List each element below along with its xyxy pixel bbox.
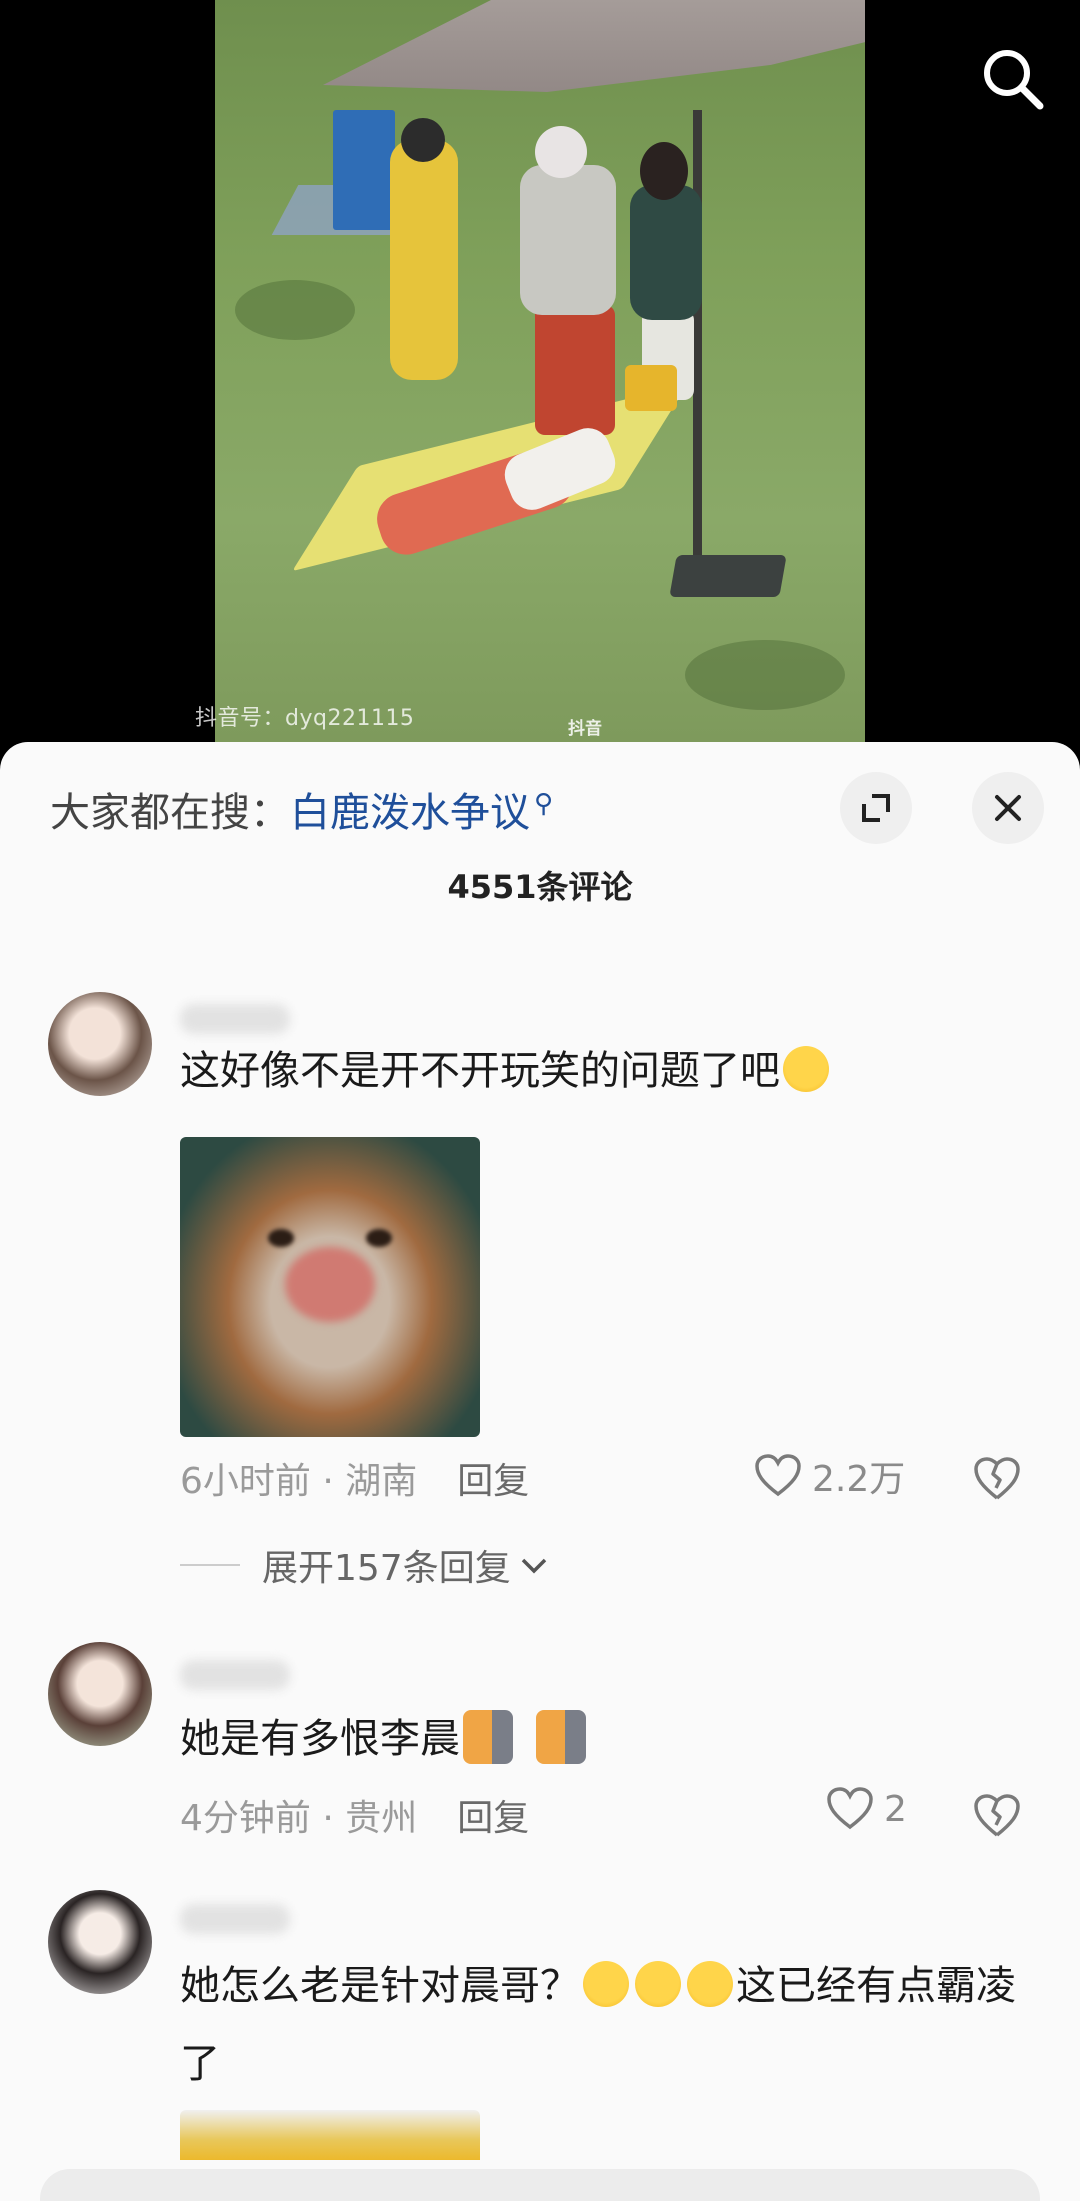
comment-meta: 6小时前 · 湖南 回复 bbox=[180, 1461, 530, 1502]
douyin-logo: 抖音 bbox=[568, 719, 602, 739]
video-frame[interactable] bbox=[215, 0, 865, 742]
close-button[interactable] bbox=[972, 772, 1044, 844]
monkey-sticker-image[interactable] bbox=[180, 1137, 480, 1437]
reply-button[interactable]: 回复 bbox=[457, 1798, 529, 1839]
trending-label: 大家都在搜： bbox=[50, 790, 290, 836]
heart-icon bbox=[755, 1454, 801, 1497]
comment-location: 贵州 bbox=[345, 1798, 418, 1839]
crying-emoji-icon bbox=[783, 1046, 829, 1092]
broken-heart-icon[interactable] bbox=[972, 1791, 1022, 1841]
heart-icon bbox=[827, 1787, 873, 1830]
comment-text: 她是有多恨李晨 bbox=[180, 1700, 1020, 1778]
comment-time: 4分钟前 bbox=[180, 1798, 311, 1839]
person-white-shirt bbox=[520, 165, 616, 315]
username-blurred[interactable] bbox=[180, 1904, 290, 1934]
expand-replies-button[interactable]: 展开157条回复 bbox=[180, 1539, 551, 1591]
laughing-crying-emoji-icon bbox=[635, 1961, 681, 2007]
avatar[interactable] bbox=[48, 992, 152, 1096]
like-button[interactable]: 2 bbox=[826, 1787, 907, 1831]
avatar[interactable] bbox=[48, 1890, 152, 1994]
yellow-bucket bbox=[625, 365, 677, 411]
search-icon[interactable] bbox=[978, 44, 1048, 114]
like-button[interactable]: 2.2万 bbox=[754, 1450, 905, 1502]
comment-image[interactable] bbox=[180, 2110, 480, 2160]
like-count: 2 bbox=[884, 1788, 907, 1830]
comment-location: 湖南 bbox=[345, 1461, 418, 1502]
comment-sheet: 大家都在搜：白鹿泼水争议 ⚲ 4551条评论 这好像不是开不开玩笑的问题了吧 6小… bbox=[0, 742, 1080, 2201]
small-search-icon: ⚲ bbox=[534, 788, 554, 819]
comment-text: 这好像不是开不开玩笑的问题了吧 bbox=[180, 1032, 1020, 1110]
cat-behind-wall-emoji-icon bbox=[463, 1710, 513, 1764]
laughing-crying-emoji-icon bbox=[687, 1961, 733, 2007]
comment-time: 6小时前 bbox=[180, 1461, 311, 1502]
comment-text: 她怎么老是针对晨哥？ 这已经有点霸凌了 bbox=[180, 1961, 1016, 2087]
video-player[interactable]: 抖音号：dyq221115 抖音 bbox=[0, 0, 1080, 760]
expand-icon bbox=[862, 794, 890, 822]
username-blurred[interactable] bbox=[180, 1004, 290, 1034]
banner-sign bbox=[333, 110, 395, 230]
close-icon bbox=[995, 795, 1021, 821]
umbrella bbox=[323, 0, 865, 93]
laughing-crying-emoji-icon bbox=[583, 1961, 629, 2007]
person-green-jersey bbox=[630, 185, 702, 320]
trending-search-bar[interactable]: 大家都在搜：白鹿泼水争议 ⚲ bbox=[50, 780, 553, 838]
trending-search-term[interactable]: 白鹿泼水争议 bbox=[290, 790, 530, 836]
person-yellow-outfit bbox=[390, 140, 458, 380]
like-count: 2.2万 bbox=[812, 1459, 906, 1500]
cat-behind-wall-emoji-icon bbox=[536, 1710, 586, 1764]
expand-sheet-button[interactable] bbox=[840, 772, 912, 844]
video-watermark: 抖音号：dyq221115 bbox=[195, 706, 415, 731]
reply-button[interactable]: 回复 bbox=[457, 1461, 529, 1502]
comment-count: 4551条评论 bbox=[447, 868, 633, 906]
username-blurred[interactable] bbox=[180, 1660, 290, 1690]
comment-input-bar[interactable] bbox=[40, 2169, 1040, 2201]
broken-heart-icon[interactable] bbox=[972, 1454, 1022, 1504]
comment-meta: 4分钟前 · 贵州 回复 bbox=[180, 1798, 530, 1839]
chevron-down-icon bbox=[521, 1558, 546, 1574]
avatar[interactable] bbox=[48, 1642, 152, 1746]
